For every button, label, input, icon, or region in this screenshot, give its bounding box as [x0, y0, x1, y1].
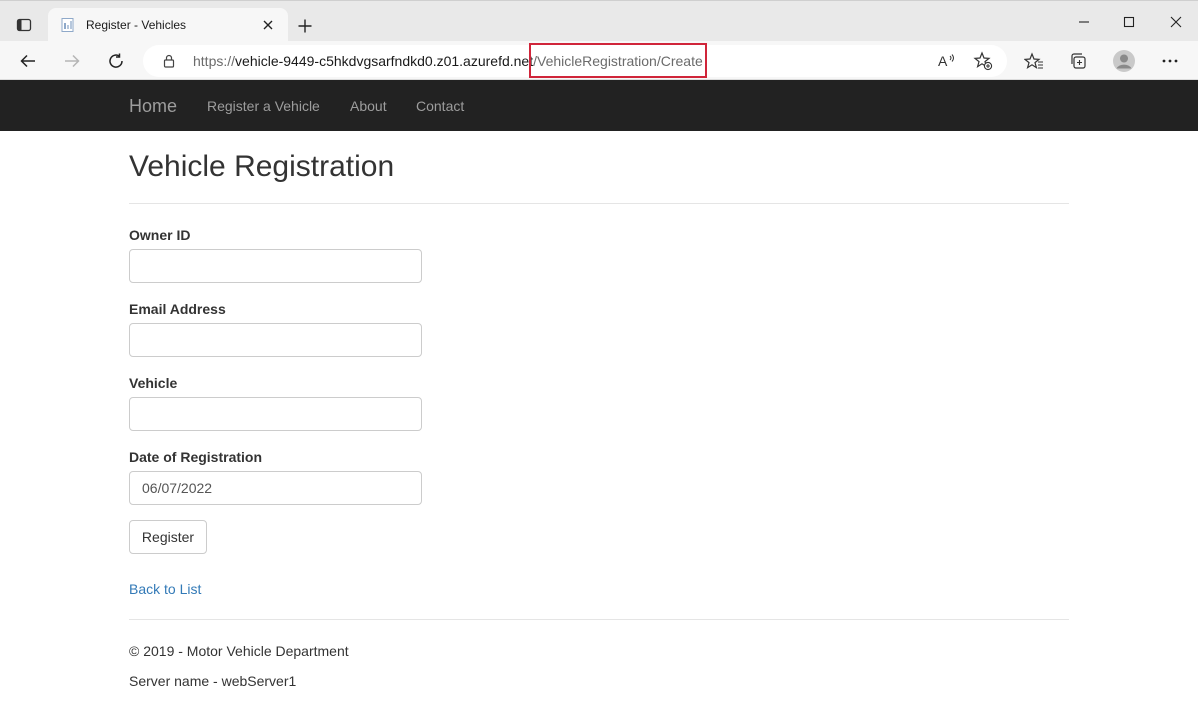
tab-actions-icon[interactable] [10, 11, 38, 39]
nav-brand-home[interactable]: Home [129, 96, 177, 117]
url-scheme: https:// [193, 53, 236, 69]
back-arrow-icon[interactable] [13, 46, 43, 76]
nav-link-contact[interactable]: Contact [416, 98, 464, 114]
plus-icon[interactable] [292, 13, 318, 39]
url-host: vehicle-9449-c5hkdvgsarfndkd0.z01.azuref… [235, 53, 534, 69]
add-favorite-icon[interactable] [973, 51, 993, 71]
collections-icon[interactable] [1063, 46, 1093, 76]
read-aloud-icon[interactable]: A [937, 51, 957, 71]
owner-id-label: Owner ID [129, 227, 191, 243]
page-title: Vehicle Registration [129, 150, 395, 183]
profile-icon[interactable] [1109, 46, 1139, 76]
maximize-icon[interactable] [1109, 9, 1149, 35]
close-icon[interactable] [258, 15, 278, 35]
nav-link-about[interactable]: About [350, 98, 387, 114]
forward-arrow-icon[interactable] [57, 46, 87, 76]
footer-divider [129, 619, 1069, 620]
minimize-icon[interactable] [1064, 9, 1104, 35]
email-address-label: Email Address [129, 301, 226, 317]
site-navbar: Home Register a Vehicle About Contact [0, 80, 1198, 131]
vehicle-input[interactable] [129, 397, 422, 431]
owner-id-input[interactable] [129, 249, 422, 283]
date-of-registration-input[interactable] [129, 471, 422, 505]
browser-tab-strip: Register - Vehicles [0, 0, 1198, 42]
url-highlight-annotation [529, 43, 707, 78]
vehicle-label: Vehicle [129, 375, 178, 391]
favicon-icon [60, 17, 76, 33]
window-close-icon[interactable] [1156, 9, 1196, 35]
more-icon[interactable] [1155, 46, 1185, 76]
back-to-list-link[interactable]: Back to List [129, 581, 201, 597]
tab-title: Register - Vehicles [86, 18, 187, 32]
footer-server-name: Server name - webServer1 [129, 673, 297, 689]
email-address-input[interactable] [129, 323, 422, 357]
date-of-registration-label: Date of Registration [129, 449, 263, 465]
title-divider [129, 203, 1069, 204]
refresh-icon[interactable] [101, 46, 131, 76]
register-button[interactable]: Register [129, 520, 207, 554]
svg-text:A: A [938, 53, 948, 69]
browser-tab-active[interactable]: Register - Vehicles [48, 8, 288, 42]
nav-link-register-vehicle[interactable]: Register a Vehicle [207, 98, 320, 114]
favorites-icon[interactable] [1019, 46, 1049, 76]
lock-icon[interactable] [161, 53, 177, 69]
footer-copyright: © 2019 - Motor Vehicle Department [129, 643, 349, 659]
